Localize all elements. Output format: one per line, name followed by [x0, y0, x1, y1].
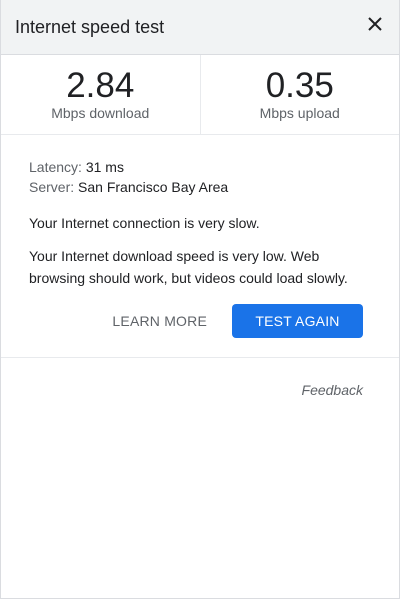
- close-button[interactable]: [363, 12, 387, 36]
- server-value: San Francisco Bay Area: [78, 179, 229, 195]
- connection-message: Your Internet connection is very slow.: [29, 215, 260, 231]
- feedback-link[interactable]: Feedback: [1, 382, 399, 398]
- speed-test-dialog: Internet speed test 2.84 Mbps download 0…: [0, 0, 400, 599]
- latency-value: 31 ms: [85, 159, 124, 175]
- learn-more-button[interactable]: LEARN MORE: [112, 313, 207, 329]
- upload-value: 0.35: [265, 66, 334, 105]
- server-row: Server: San Francisco Bay Area: [29, 177, 371, 197]
- server-label: Server:: [29, 179, 75, 195]
- divider: [1, 357, 399, 358]
- test-again-button[interactable]: TEST AGAIN: [232, 304, 363, 338]
- dialog-header: Internet speed test: [1, 0, 399, 55]
- latency-label: Latency:: [29, 159, 82, 175]
- latency-row: Latency: 31 ms: [29, 157, 371, 177]
- download-value: 2.84: [66, 66, 135, 105]
- download-metric: 2.84 Mbps download: [1, 55, 200, 134]
- download-message: Your Internet download speed is very low…: [29, 248, 348, 286]
- speed-metrics: 2.84 Mbps download 0.35 Mbps upload: [1, 55, 399, 135]
- dialog-title: Internet speed test: [15, 16, 165, 37]
- upload-metric: 0.35 Mbps upload: [199, 55, 400, 134]
- upload-unit: Mbps upload: [259, 105, 340, 121]
- action-row: LEARN MORE TEST AGAIN: [1, 304, 399, 338]
- test-details: Latency: 31 ms Server: San Francisco Bay…: [1, 135, 399, 289]
- download-unit: Mbps download: [51, 105, 150, 121]
- close-icon: [368, 17, 382, 31]
